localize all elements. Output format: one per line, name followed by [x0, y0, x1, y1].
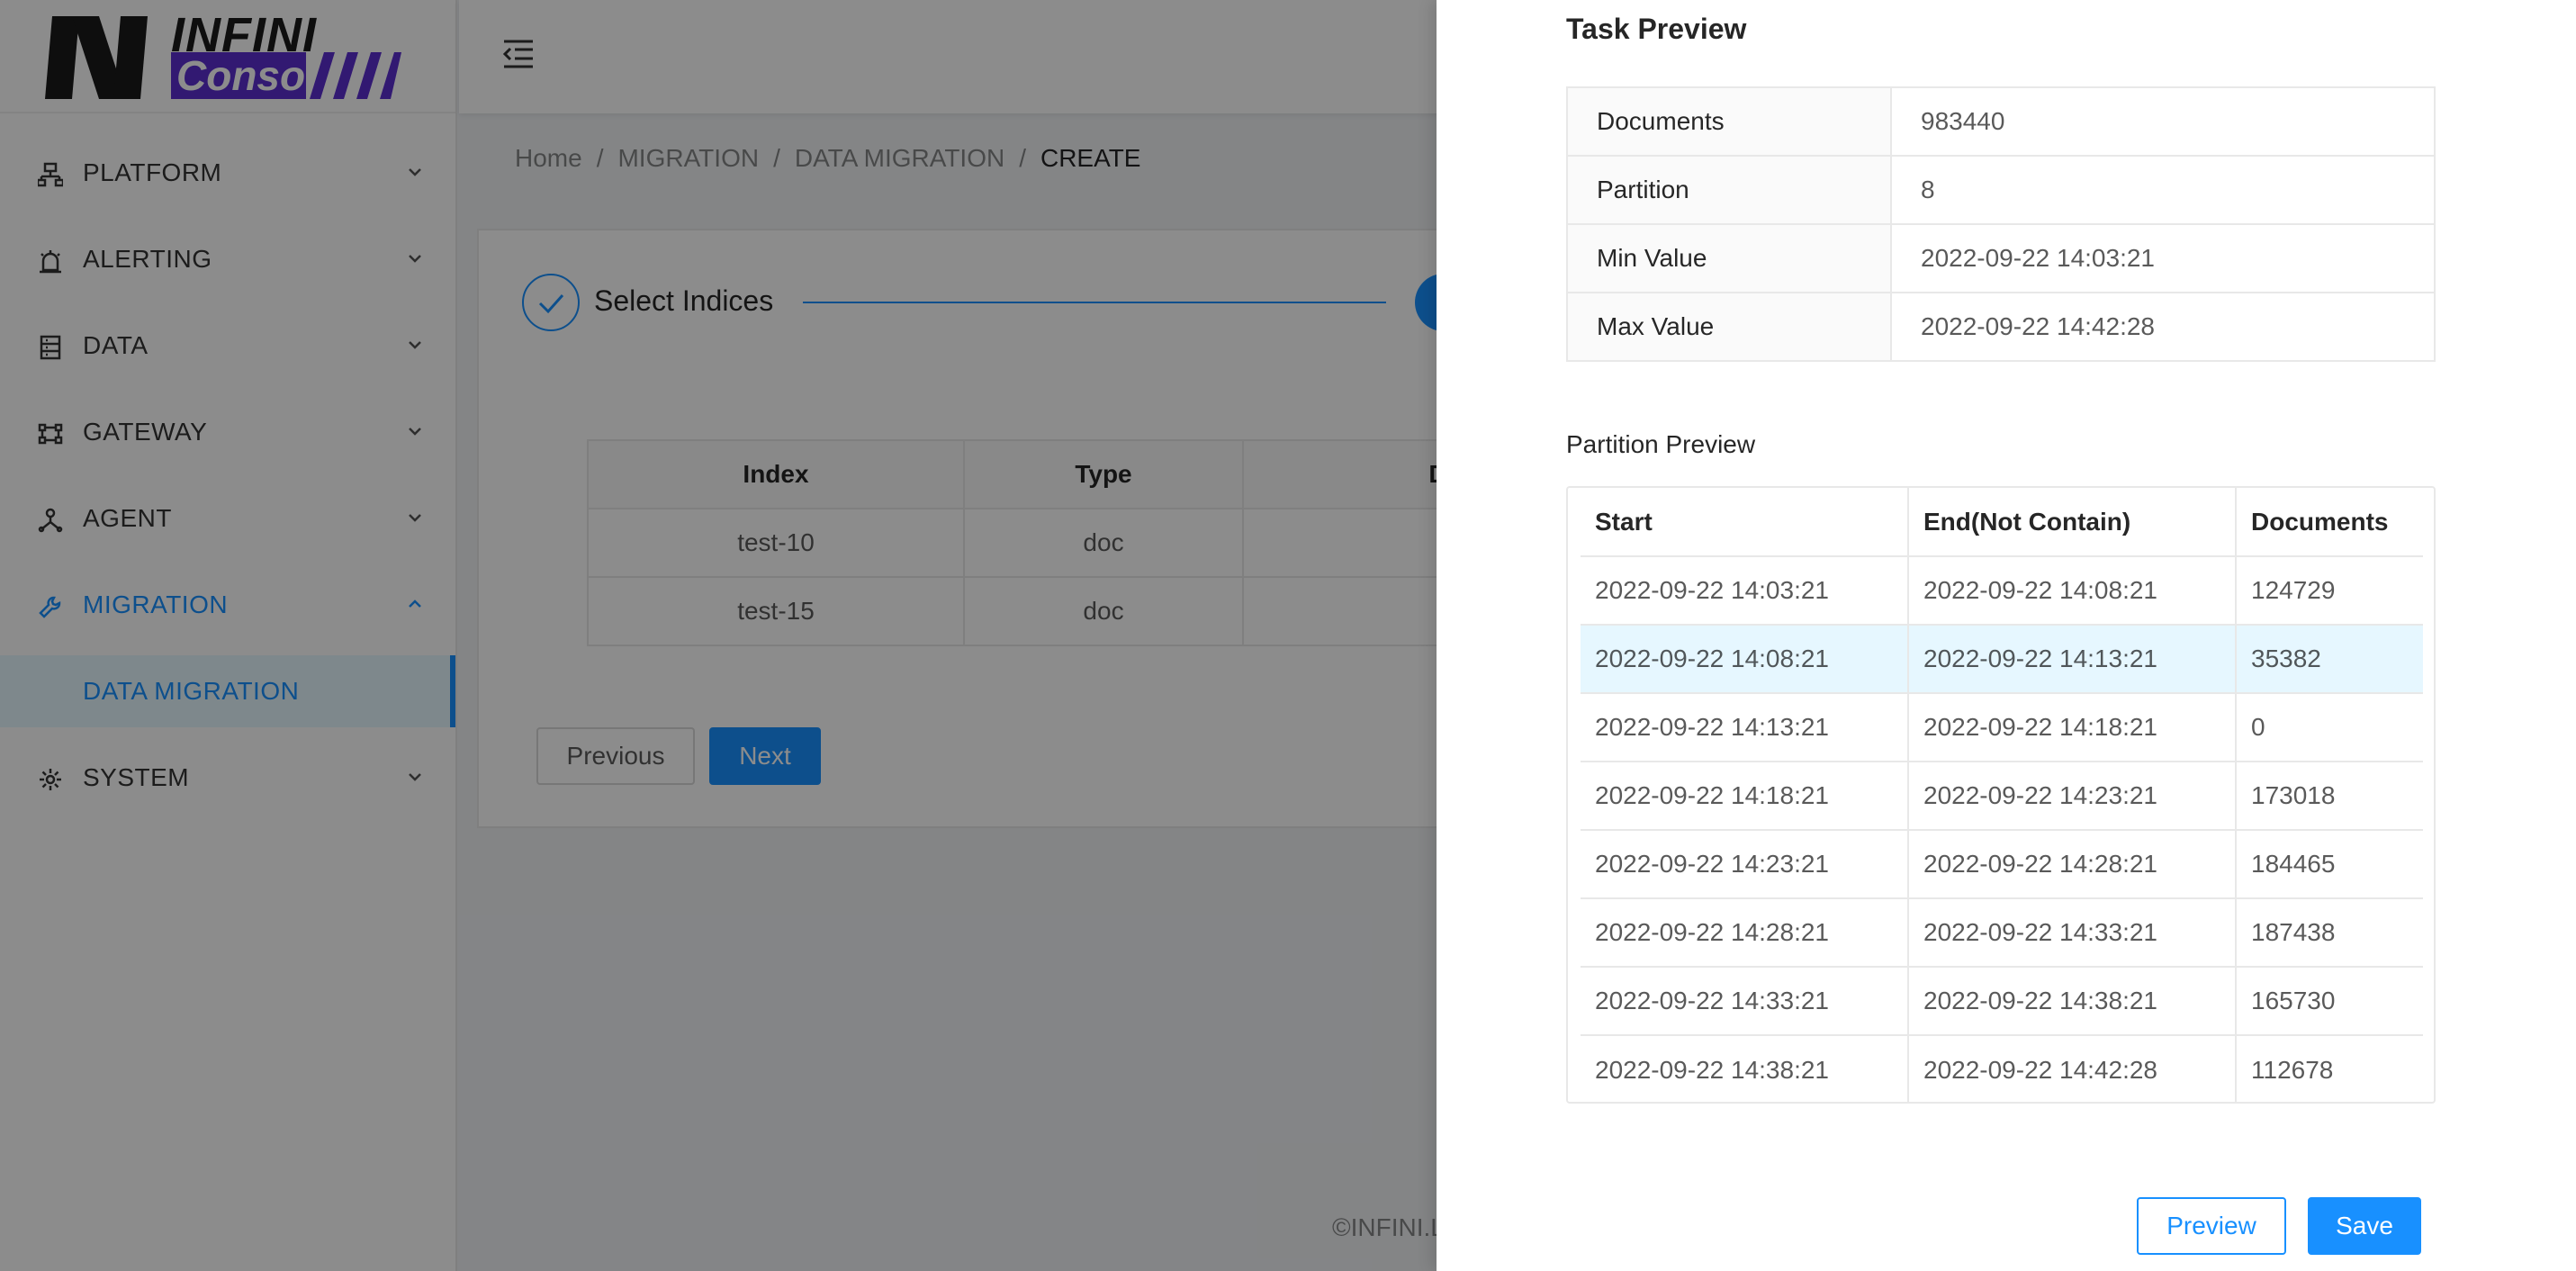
cell-start: 2022-09-22 14:08:21: [1581, 625, 1909, 694]
cell-documents: 173018: [2236, 762, 2423, 831]
cell-end: 2022-09-22 14:33:21: [1908, 898, 2237, 968]
summary-row: Documents 983440: [1567, 87, 2435, 157]
table-row[interactable]: 2022-09-22 14:13:21 2022-09-22 14:18:21 …: [1581, 693, 2423, 762]
cell-end: 2022-09-22 14:42:28: [1908, 1035, 2237, 1104]
drawer-title: Task Preview: [1566, 13, 1747, 45]
cell-documents: 187438: [2236, 898, 2423, 968]
table-row[interactable]: 2022-09-22 14:03:21 2022-09-22 14:08:21 …: [1581, 556, 2423, 626]
summary-row: Partition 8: [1567, 156, 2435, 225]
cell-documents: 0: [2236, 693, 2423, 762]
cell-end: 2022-09-22 14:23:21: [1908, 762, 2237, 831]
summary-value: 2022-09-22 14:42:28: [1891, 293, 2435, 362]
task-preview-drawer: Task Preview Documents 983440 Partition …: [1437, 0, 2576, 1271]
table-row[interactable]: 2022-09-22 14:23:21 2022-09-22 14:28:21 …: [1581, 830, 2423, 899]
summary-key: Documents: [1567, 87, 1892, 157]
summary-value: 983440: [1891, 87, 2435, 157]
cell-start: 2022-09-22 14:33:21: [1581, 967, 1909, 1036]
cell-documents: 112678: [2251, 1055, 2334, 1084]
cell-end: 2022-09-22 14:13:21: [1908, 625, 2237, 694]
table-row[interactable]: 2022-09-22 14:08:21 2022-09-22 14:13:21 …: [1581, 625, 2423, 694]
summary-key: Min Value: [1567, 224, 1892, 293]
cell-start: 2022-09-22 14:13:21: [1581, 693, 1909, 762]
table-row[interactable]: 2022-09-22 14:33:21 2022-09-22 14:38:21 …: [1581, 967, 2423, 1036]
cell-start: 2022-09-22 14:38:21: [1581, 1035, 1909, 1104]
cell-start: 2022-09-22 14:03:21: [1581, 556, 1909, 626]
cell-start: 2022-09-22 14:23:21: [1581, 830, 1909, 899]
cell-start: 2022-09-22 14:18:21: [1581, 762, 1909, 831]
cell-documents: 124729: [2236, 556, 2423, 626]
table-row[interactable]: 2022-09-22 14:18:21 2022-09-22 14:23:21 …: [1581, 762, 2423, 831]
summary-row: Min Value 2022-09-22 14:03:21: [1567, 224, 2435, 293]
preview-button[interactable]: Preview: [2137, 1197, 2286, 1255]
task-summary-table: Documents 983440 Partition 8 Min Value 2…: [1566, 86, 2436, 362]
table-row[interactable]: 2022-09-22 14:28:21 2022-09-22 14:33:21 …: [1581, 898, 2423, 968]
cell-documents: 184465: [2236, 830, 2423, 899]
column-header-documents: Documents: [2236, 488, 2423, 557]
cell-end: 2022-09-22 14:18:21: [1908, 693, 2237, 762]
summary-key: Max Value: [1567, 293, 1892, 362]
cell-documents: 165730: [2236, 967, 2423, 1036]
table-header-row: Start End(Not Contain) Documents: [1581, 488, 2423, 557]
summary-row: Max Value 2022-09-22 14:42:28: [1567, 293, 2435, 362]
summary-value: 8: [1891, 156, 2435, 225]
summary-key: Partition: [1567, 156, 1892, 225]
summary-value: 2022-09-22 14:03:21: [1891, 224, 2435, 293]
save-button[interactable]: Save: [2308, 1197, 2421, 1255]
cell-start: 2022-09-22 14:28:21: [1581, 898, 1909, 968]
column-header-end: End(Not Contain): [1908, 488, 2237, 557]
cell-documents: 35382: [2236, 625, 2423, 694]
cell-end: 2022-09-22 14:08:21: [1908, 556, 2237, 626]
partition-preview-title: Partition Preview: [1566, 430, 1756, 458]
partition-table-wrapper: Start End(Not Contain) Documents 2022-09…: [1566, 486, 2436, 1104]
partition-preview-table: Start End(Not Contain) Documents 2022-09…: [1581, 488, 2423, 1104]
cell-end: 2022-09-22 14:28:21: [1908, 830, 2237, 899]
table-row[interactable]: 2022-09-22 14:38:21 2022-09-22 14:42:28 …: [1581, 1035, 2423, 1104]
cell-end: 2022-09-22 14:38:21: [1908, 967, 2237, 1036]
column-header-start: Start: [1581, 488, 1909, 557]
